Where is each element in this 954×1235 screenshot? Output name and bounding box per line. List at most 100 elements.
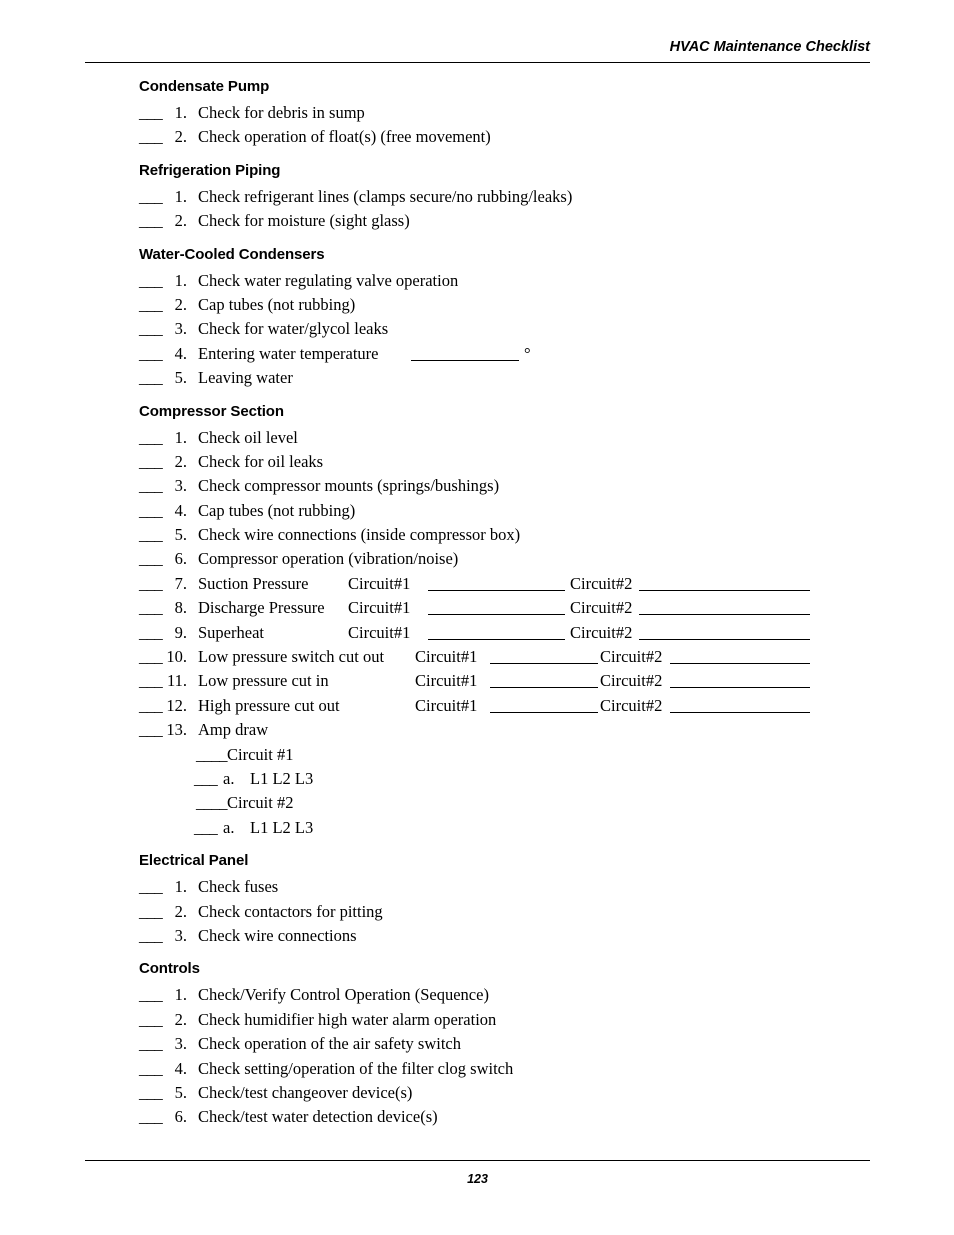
item-number: 5. xyxy=(174,525,187,545)
checklist-item[interactable]: ___ 2. Cap tubes (not rubbing) xyxy=(139,293,879,317)
footer-divider xyxy=(85,1160,870,1161)
circuit1-label: Circuit#1 xyxy=(415,671,478,691)
checklist-item[interactable]: ___ 5. Check/test changeover device(s) xyxy=(139,1081,879,1105)
checklist-item[interactable]: ___ 9. Superheat Circuit#1 Circuit#2 xyxy=(139,621,879,645)
checklist-items: ___ 1. Check for debris in sump ___ 2. C… xyxy=(139,101,879,150)
item-text: Discharge Pressure xyxy=(198,598,325,618)
item-number: 10. xyxy=(166,647,187,667)
item-number: 1. xyxy=(174,103,187,122)
item-number: 3. xyxy=(174,319,187,339)
item-text: Superheat xyxy=(198,622,264,642)
circuit1-fill-in-line[interactable] xyxy=(428,589,565,591)
checklist-item[interactable]: ___ 8. Discharge Pressure Circuit#1 Circ… xyxy=(139,596,879,620)
subitem-text: Circuit #1 xyxy=(227,744,294,764)
section-heading: Compressor Section xyxy=(139,402,284,420)
item-number: 3. xyxy=(174,1034,187,1054)
circuit1-label: Circuit#1 xyxy=(415,647,478,667)
checklist-item[interactable]: ___ 1. Check/Verify Control Operation (S… xyxy=(139,983,879,1007)
circuit2-fill-in-line[interactable] xyxy=(670,687,810,689)
item-number: 11. xyxy=(166,671,187,691)
checklist-subitem[interactable]: ____ Circuit #1 xyxy=(139,743,879,767)
checklist-item[interactable]: ___ 3. Check for water/glycol leaks xyxy=(139,317,879,341)
section-water-cooled-condensers: Water-Cooled Condensers ___ 1. Check wat… xyxy=(139,246,879,391)
running-head: HVAC Maintenance Checklist xyxy=(669,39,870,55)
circuit2-fill-in-line[interactable] xyxy=(639,589,810,591)
checklist-item[interactable]: ___ 1. Check oil level xyxy=(139,426,879,450)
subitem-blank[interactable]: ____ xyxy=(196,791,228,815)
checklist-item[interactable]: ___ 1. Check refrigerant lines (clamps s… xyxy=(139,185,879,209)
checklist-item[interactable]: ___ 4. Cap tubes (not rubbing) xyxy=(139,499,879,523)
section-refrigeration-piping: Refrigeration Piping ___ 1. Check refrig… xyxy=(139,162,879,234)
checklist-item[interactable]: ___ 4. Entering water temperature ° xyxy=(139,342,879,366)
checklist-item[interactable]: ___ 13. Amp draw xyxy=(139,718,879,742)
checklist-item[interactable]: ___ 5. Leaving water xyxy=(139,366,879,390)
section-heading: Water-Cooled Condensers xyxy=(139,245,325,263)
checklist-item[interactable]: ___ 7. Suction Pressure Circuit#1 Circui… xyxy=(139,572,879,596)
checklist-item[interactable]: ___ 5. Check wire connections (inside co… xyxy=(139,523,879,547)
checklist-item[interactable]: ___ 2. Check for moisture (sight glass) xyxy=(139,209,879,233)
checklist-item[interactable]: ___ 1. Check water regulating valve oper… xyxy=(139,269,879,293)
circuit2-label: Circuit#2 xyxy=(570,622,633,642)
checklist-item[interactable]: ___ 6. Check/test water detection device… xyxy=(139,1105,879,1129)
circuit1-fill-in-line[interactable] xyxy=(490,711,598,713)
checklist-item[interactable]: ___ 4. Check setting/operation of the fi… xyxy=(139,1057,879,1081)
item-text: Suction Pressure xyxy=(198,573,309,593)
item-text: Check/Verify Control Operation (Sequence… xyxy=(198,985,489,1005)
circuit2-fill-in-line[interactable] xyxy=(639,638,810,640)
item-text: Leaving water xyxy=(198,368,293,388)
item-text: Check wire connections (inside compresso… xyxy=(198,525,521,545)
item-number: 13. xyxy=(166,720,187,740)
item-number: 1. xyxy=(174,270,187,290)
temperature-fill-in-line[interactable] xyxy=(411,359,519,361)
item-text: Check refrigerant lines (clamps secure/n… xyxy=(198,186,573,206)
item-number: 1. xyxy=(174,985,187,1005)
checklist-items: ___ 1. Check/Verify Control Operation (S… xyxy=(139,983,879,1129)
checklist-item[interactable]: ___ 3. Check wire connections xyxy=(139,924,879,948)
section-heading: Condensate Pump xyxy=(139,78,270,95)
section-electrical-panel: Electrical Panel ___ 1. Check fuses ___ … xyxy=(139,852,879,948)
checklist-subitem[interactable]: ___ a. L1 L2 L3 xyxy=(139,767,879,791)
circuit2-fill-in-line[interactable] xyxy=(670,711,810,713)
checklist-item[interactable]: ___ 11. Low pressure cut in Circuit#1 Ci… xyxy=(139,669,879,693)
circuit2-fill-in-line[interactable] xyxy=(670,663,810,665)
item-text: Check for debris in sump xyxy=(198,103,365,122)
checklist-items: ___ 1. Check fuses ___ 2. Check contacto… xyxy=(139,875,879,948)
item-text: Low pressure cut in xyxy=(198,671,329,691)
checklist-item[interactable]: ___ 1. Check fuses xyxy=(139,875,879,899)
item-number: 5. xyxy=(174,1082,187,1102)
checklist-item[interactable]: ___ 1. Check for debris in sump xyxy=(139,101,879,125)
checklist-subitem[interactable]: ____ Circuit #2 xyxy=(139,791,879,815)
checklist-item[interactable]: ___ 12. High pressure cut out Circuit#1 … xyxy=(139,694,879,718)
item-text: Check water regulating valve operation xyxy=(198,270,459,290)
circuit2-label: Circuit#2 xyxy=(570,598,633,618)
item-text: Amp draw xyxy=(198,720,269,740)
circuit1-fill-in-line[interactable] xyxy=(428,614,565,616)
item-number: 4. xyxy=(174,1058,187,1078)
item-text: Check fuses xyxy=(198,877,279,897)
subitem-blank[interactable]: ___ xyxy=(194,767,218,791)
circuit2-label: Circuit#2 xyxy=(600,647,663,667)
checklist-item[interactable]: ___ 6. Compressor operation (vibration/n… xyxy=(139,547,879,571)
circuit1-label: Circuit#1 xyxy=(348,598,411,618)
circuit2-fill-in-line[interactable] xyxy=(639,614,810,616)
circuit1-fill-in-line[interactable] xyxy=(490,663,598,665)
checklist-subitem[interactable]: ___ a. L1 L2 L3 xyxy=(139,816,879,840)
checklist-item[interactable]: ___ 3. Check operation of the air safety… xyxy=(139,1032,879,1056)
circuit1-fill-in-line[interactable] xyxy=(490,687,598,689)
checklist-content: Condensate Pump ___ 1. Check for debris … xyxy=(139,78,879,1130)
circuit1-fill-in-line[interactable] xyxy=(428,638,565,640)
item-number: 8. xyxy=(174,598,187,618)
checklist-item[interactable]: ___ 3. Check compressor mounts (springs/… xyxy=(139,474,879,498)
checklist-items: ___ 1. Check refrigerant lines (clamps s… xyxy=(139,185,879,234)
checklist-item[interactable]: ___ 2. Check operation of float(s) (free… xyxy=(139,125,879,149)
checklist-item[interactable]: ___ 2. Check for oil leaks xyxy=(139,450,879,474)
checklist-item[interactable]: ___ 10. Low pressure switch cut out Circ… xyxy=(139,645,879,669)
section-controls: Controls ___ 1. Check/Verify Control Ope… xyxy=(139,960,879,1129)
checklist-item[interactable]: ___ 2. Check contactors for pitting xyxy=(139,900,879,924)
checklist-item[interactable]: ___ 2. Check humidifier high water alarm… xyxy=(139,1008,879,1032)
subitem-blank[interactable]: ___ xyxy=(194,816,218,840)
subitem-text: Circuit #2 xyxy=(227,793,294,813)
checklist-items: ___ 1. Check oil level ___ 2. Check for … xyxy=(139,426,879,841)
item-text: Cap tubes (not rubbing) xyxy=(198,294,356,314)
subitem-blank[interactable]: ____ xyxy=(196,743,228,767)
